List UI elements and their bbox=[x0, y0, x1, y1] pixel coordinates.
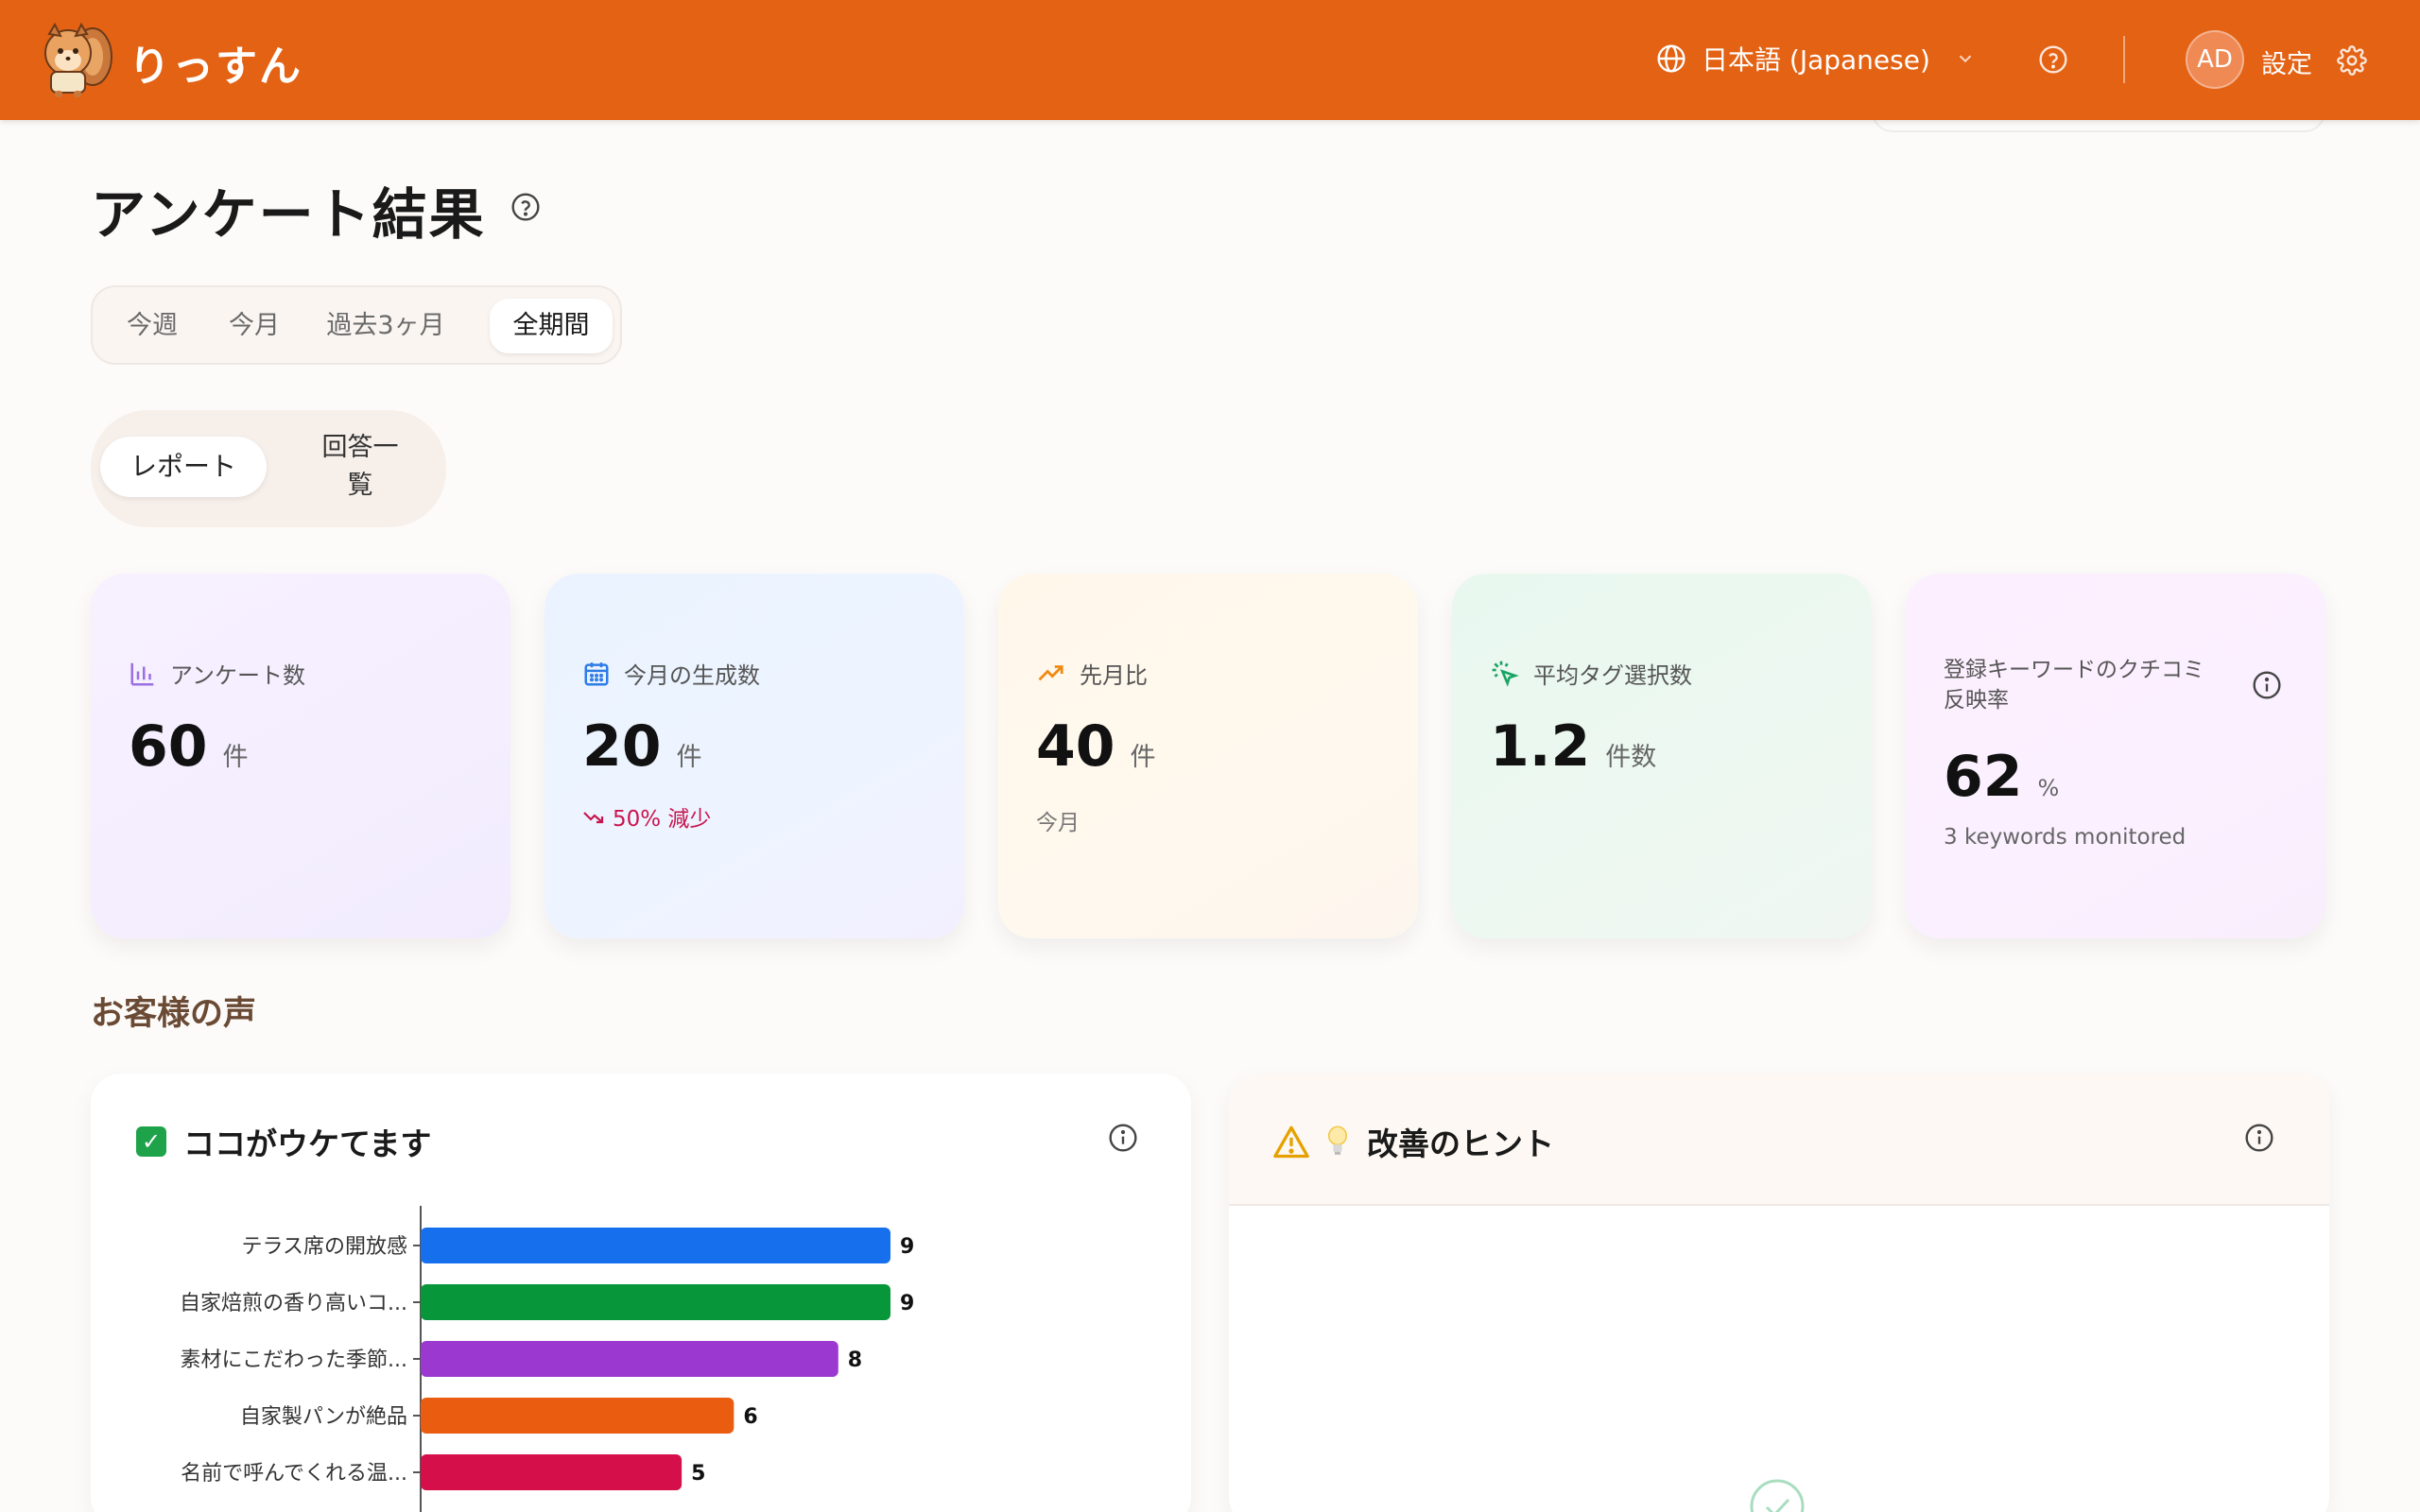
kpi-subtext: 3 keywords monitored bbox=[1944, 825, 2187, 850]
light-bulb-icon bbox=[1327, 1125, 1348, 1155]
settings-link[interactable]: 設定 bbox=[2261, 43, 2312, 80]
kpi-unit: 件 bbox=[676, 743, 702, 772]
chart-bar[interactable] bbox=[421, 1341, 838, 1377]
bar-chart-icon bbox=[130, 662, 154, 685]
chart-value-label: 9 bbox=[900, 1235, 914, 1259]
chart-category-label: 素材にこだわった季節... bbox=[180, 1349, 407, 1372]
brand-name[interactable]: りっすん bbox=[129, 32, 302, 93]
kpi-label: アンケート数 bbox=[170, 662, 306, 689]
kpi-card-survey-count: アンケート数 60 件 bbox=[91, 574, 510, 938]
chart-bar[interactable] bbox=[421, 1454, 683, 1490]
period-all-time[interactable]: 全期間 bbox=[490, 299, 613, 353]
kpi-unit: % bbox=[2037, 775, 2060, 801]
section-title-customer-voices: お客様の声 bbox=[91, 995, 257, 1033]
period-this-month[interactable]: 今月 bbox=[210, 299, 299, 353]
info-icon[interactable] bbox=[2244, 1123, 2274, 1153]
period-last-3-months[interactable]: 過去3ヶ月 bbox=[312, 299, 459, 353]
trending-up-icon bbox=[1038, 664, 1063, 680]
improvements-title: 改善のヒント bbox=[1367, 1125, 1554, 1162]
kpi-label: 平均タグ選択数 bbox=[1533, 662, 1692, 689]
info-icon[interactable] bbox=[1108, 1123, 1138, 1153]
tab-response-list[interactable]: 回答一 覧 bbox=[299, 429, 422, 505]
help-icon[interactable] bbox=[2038, 44, 2068, 75]
kpi-value: 62 bbox=[1944, 744, 2023, 810]
calendar-icon bbox=[584, 662, 609, 685]
kpi-value: 40 bbox=[1036, 713, 1115, 780]
chart-category-label: 名前で呼んでくれる温... bbox=[181, 1462, 407, 1486]
kpi-label: 今月の生成数 bbox=[624, 662, 760, 689]
gear-icon[interactable] bbox=[2337, 45, 2367, 76]
kpi-label: 登録キーワードのクチコミ 反映率 bbox=[1944, 658, 2204, 713]
chart-value-label: 8 bbox=[848, 1349, 862, 1372]
check-circle-icon bbox=[1750, 1479, 1805, 1512]
kpi-trend: 50% 減少 bbox=[582, 800, 711, 833]
period-this-week[interactable]: 今週 bbox=[108, 299, 197, 353]
kpi-card-vs-last-month: 先月比 40 件 今月 bbox=[998, 574, 1418, 938]
avatar[interactable]: AD bbox=[2186, 30, 2244, 89]
help-icon[interactable] bbox=[510, 192, 541, 222]
kpi-card-monthly-generated: 今月の生成数 20 件 50% 減少 bbox=[544, 574, 964, 938]
strengths-bar-chart: テラス席の開放感 9 自家焙煎の香り高いコ... 9 素材にこだわった季節... 8 自家製… bbox=[180, 1206, 914, 1512]
check-mark-icon: ✓ bbox=[136, 1126, 166, 1157]
period-filter: 今週 今月 過去3ヶ月 全期間 bbox=[91, 285, 622, 365]
kpi-value: 20 bbox=[582, 713, 662, 780]
improvements-panel: 改善のヒント bbox=[1229, 1074, 2329, 1512]
cursor-click-icon bbox=[1492, 661, 1519, 687]
kpi-label: 先月比 bbox=[1080, 662, 1148, 689]
kpi-card-keyword-reflection: 登録キーワードのクチコミ 反映率 62 % 3 keywords monitor… bbox=[1906, 574, 2325, 938]
squirrel-logo-icon[interactable] bbox=[34, 19, 115, 100]
language-selector[interactable]: 日本語 (Japanese) bbox=[1656, 40, 1991, 77]
kpi-value: 1.2 bbox=[1490, 713, 1591, 780]
kpi-value: 60 bbox=[129, 713, 208, 780]
language-label: 日本語 (Japanese) bbox=[1702, 44, 1930, 76]
strengths-panel: ✓ ココがウケてます テラス席の開放感 9 自家焙煎の香り高いコ... 9 素材にこだわ… bbox=[91, 1074, 1191, 1512]
chart-bar[interactable] bbox=[421, 1398, 735, 1434]
chart-category-label: 自家焙煎の香り高いコ... bbox=[180, 1292, 407, 1315]
info-icon[interactable] bbox=[2252, 670, 2282, 700]
kpi-unit: 件 bbox=[222, 743, 249, 772]
chart-category-label: 自家製パンが絶品 bbox=[240, 1405, 407, 1429]
kpi-subtext: 今月 bbox=[1036, 811, 1080, 835]
chart-category-label: テラス席の開放感 bbox=[241, 1235, 407, 1259]
warning-icon bbox=[1273, 1125, 1309, 1159]
improvements-header: 改善のヒント bbox=[1229, 1074, 2329, 1206]
kpi-unit: 件数 bbox=[1605, 743, 1657, 772]
chart-value-label: 9 bbox=[900, 1292, 914, 1315]
chart-value-label: 5 bbox=[691, 1462, 705, 1486]
chart-value-label: 6 bbox=[743, 1405, 757, 1429]
kpi-unit: 件 bbox=[1130, 743, 1156, 772]
strengths-title: ココがウケてます bbox=[183, 1125, 432, 1162]
globe-icon bbox=[1657, 44, 1685, 73]
chart-bar[interactable] bbox=[421, 1228, 890, 1263]
chevron-down-icon bbox=[1959, 55, 1972, 63]
page-title: アンケート結果 bbox=[91, 182, 486, 247]
kpi-card-avg-tags: 平均タグ選択数 1.2 件数 bbox=[1452, 574, 1872, 938]
tab-report[interactable]: レポート bbox=[100, 437, 267, 497]
chart-bar[interactable] bbox=[421, 1284, 890, 1320]
top-bar: りっすん 日本語 (Japanese) AD 設定 bbox=[0, 0, 2420, 120]
view-toggle: レポート 回答一 覧 bbox=[91, 410, 446, 527]
header-divider bbox=[2123, 36, 2125, 83]
trending-down-icon bbox=[583, 812, 604, 824]
